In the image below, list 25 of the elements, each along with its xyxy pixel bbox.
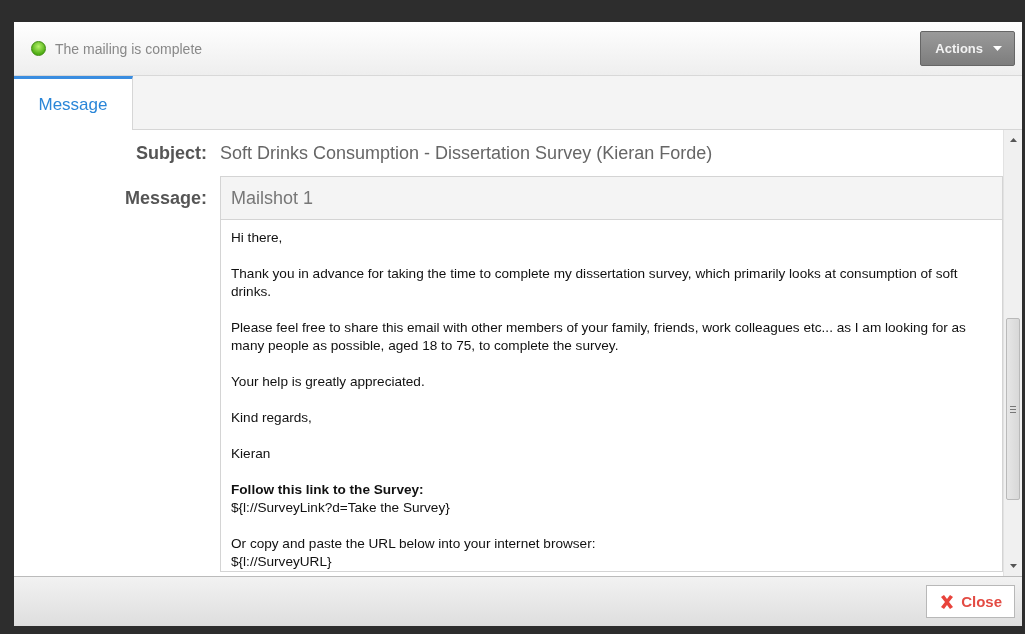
message-text: Follow this link to the Survey: — [231, 481, 425, 499]
message-text: Your help is greatly appreciated. — [231, 373, 426, 391]
status-text: The mailing is complete — [55, 40, 203, 57]
status-light-icon — [31, 41, 46, 56]
scroll-up-icon[interactable] — [1009, 138, 1017, 142]
message-text: ${l://SurveyLink?d=Take the Survey} — [231, 499, 451, 517]
message-title: Mailshot 1 — [221, 177, 1002, 220]
close-button[interactable]: Close — [926, 585, 1015, 618]
caret-icon — [993, 46, 1002, 51]
actions-button[interactable]: Actions — [920, 31, 1015, 66]
message-text: Or copy and paste the URL below into your internet browser: — [231, 535, 597, 553]
message-text: ${l://SurveyURL} — [231, 553, 333, 571]
message-label: Message: — [123, 187, 208, 210]
scroll-down-icon[interactable] — [1009, 564, 1017, 568]
message-text: Thank you in advance for taking the time to complete my dissertation survey, which primarily looks at consumption of soft drinks. — [231, 265, 959, 301]
message-text: Please feel free to share this email with other members of your family, friends, work colleagues etc... as I am looking for as many people as possible, aged 18 to 75, to complete the survey. — [231, 319, 967, 355]
subject-label: Subject: — [135, 142, 208, 164]
message-text: Kind regards, — [231, 409, 313, 427]
message-text: Hi there, — [231, 229, 284, 247]
subject-text: Soft Drinks Consumption - Dissertation Survey (Kieran Forde) — [220, 142, 713, 164]
scrollbar[interactable] — [1003, 130, 1022, 576]
close-icon — [939, 593, 956, 610]
message-text: Kieran — [231, 445, 272, 463]
tab[interactable]: Message — [14, 76, 133, 130]
scroll-thumb[interactable] — [1006, 318, 1020, 500]
